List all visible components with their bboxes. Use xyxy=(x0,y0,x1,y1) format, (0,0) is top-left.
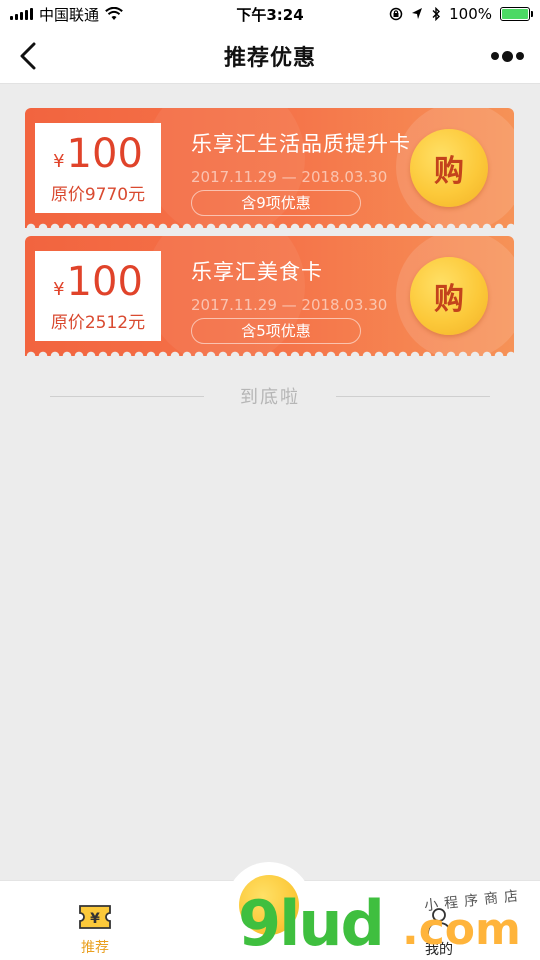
original-price: 原价2512元 xyxy=(50,312,146,333)
page-title: 推荐优惠 xyxy=(223,45,316,71)
tab-recommend-label: 推荐 xyxy=(81,940,109,956)
carrier-name: 中国联通 xyxy=(39,5,100,24)
back-button[interactable] xyxy=(10,38,46,74)
coupon-card[interactable]: ¥ 100 原价9770元 乐享汇生活品质提升卡 2017.11.29 — 20… xyxy=(25,108,514,228)
status-bar: 中国联通 下午3:24 100% xyxy=(0,0,540,28)
status-left: 中国联通 xyxy=(10,4,123,25)
scallop-edge xyxy=(25,220,514,228)
more-button[interactable] xyxy=(488,42,526,70)
coupon-title: 乐享汇美食卡 xyxy=(191,260,323,284)
more-dots-icon xyxy=(490,52,499,60)
coupon-price: 100 xyxy=(66,130,143,177)
coupon-info: 乐享汇美食卡 2017.11.29 — 2018.03.30 含5项优惠 xyxy=(191,256,411,344)
chevron-left-icon xyxy=(20,42,36,70)
nav-bar: 推荐优惠 xyxy=(0,28,540,84)
status-right: 100% xyxy=(389,5,533,23)
divider-line xyxy=(50,395,204,397)
original-price: 原价9770元 xyxy=(50,184,146,205)
svg-text:¥: ¥ xyxy=(90,911,100,927)
location-arrow-icon xyxy=(412,8,423,19)
coupon-price: 100 xyxy=(66,258,143,305)
tab-me-label: 我的 xyxy=(425,942,453,958)
bluetooth-icon xyxy=(432,7,441,21)
coupon-benefit-count: 含9项优惠 xyxy=(191,190,361,216)
currency-symbol: ¥ xyxy=(53,278,65,300)
center-action-icon xyxy=(239,875,299,935)
battery-percent: 100% xyxy=(449,5,492,23)
coupon-card[interactable]: ¥ 100 原价2512元 乐享汇美食卡 2017.11.29 — 2018.0… xyxy=(25,236,514,356)
coupon-list: ¥ 100 原价9770元 乐享汇生活品质提升卡 2017.11.29 — 20… xyxy=(25,108,514,364)
buy-button[interactable]: 购 xyxy=(410,129,488,207)
yen-ticket-icon: ¥ xyxy=(79,905,111,929)
rotation-lock-icon xyxy=(389,7,403,21)
scallop-edge xyxy=(25,348,514,356)
currency-symbol: ¥ xyxy=(53,150,65,172)
center-action-button[interactable] xyxy=(226,862,312,948)
wifi-icon xyxy=(105,7,123,20)
coupon-date-range: 2017.11.29 — 2018.03.30 xyxy=(191,296,388,314)
coupon-date-range: 2017.11.29 — 2018.03.30 xyxy=(191,168,388,186)
end-of-list: 到底啦 xyxy=(50,384,490,408)
coupon-info: 乐享汇生活品质提升卡 2017.11.29 — 2018.03.30 含9项优惠 xyxy=(191,128,411,216)
tab-recommend[interactable]: ¥ 推荐 xyxy=(72,903,118,957)
tab-me[interactable]: 我的 xyxy=(416,907,462,959)
coupon-title: 乐享汇生活品质提升卡 xyxy=(191,132,411,156)
price-stamp: ¥ 100 原价2512元 xyxy=(31,247,165,345)
signal-icon xyxy=(10,8,33,20)
end-of-list-text: 到底啦 xyxy=(240,387,300,408)
price-stamp: ¥ 100 原价9770元 xyxy=(31,119,165,217)
battery-icon xyxy=(500,7,533,21)
divider-line xyxy=(336,395,490,397)
battery-fill xyxy=(502,9,528,19)
coupon-benefit-count: 含5项优惠 xyxy=(191,318,361,344)
person-icon xyxy=(427,908,451,935)
buy-button[interactable]: 购 xyxy=(410,257,488,335)
